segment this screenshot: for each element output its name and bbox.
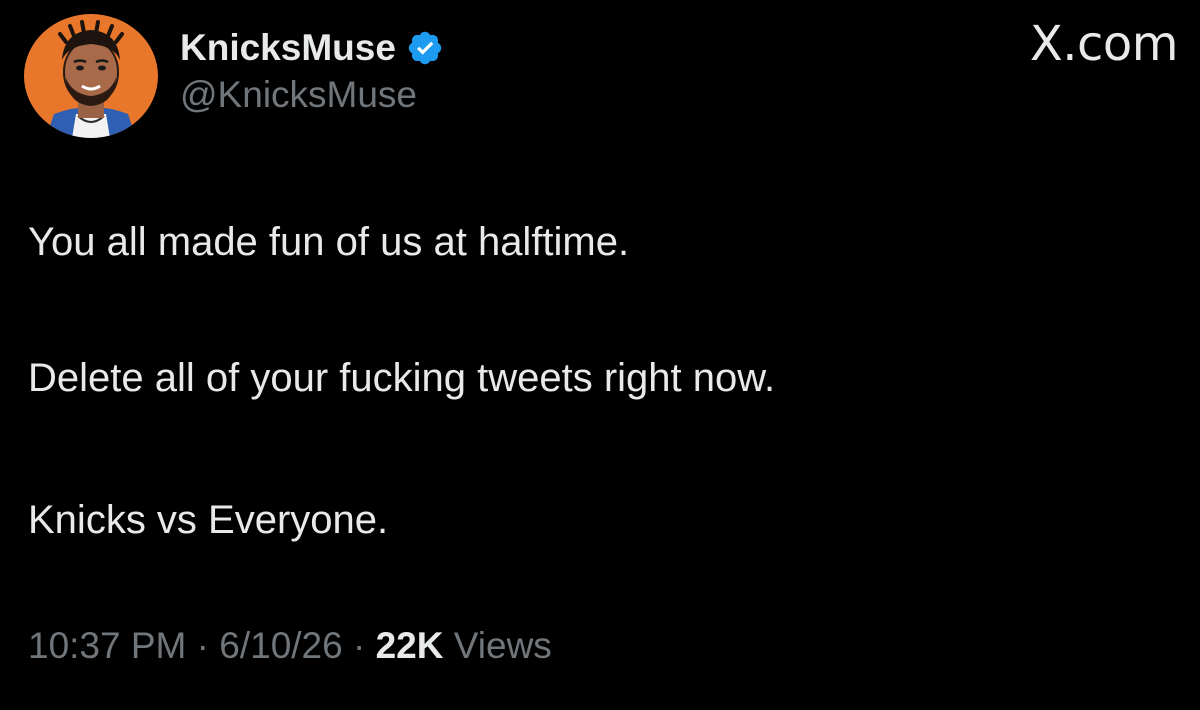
display-name-row: KnicksMuse — [180, 22, 444, 74]
user-handle[interactable]: @KnicksMuse — [180, 74, 444, 116]
tweet-paragraph: Delete all of your fucking tweets right … — [28, 356, 776, 400]
avatar[interactable] — [24, 14, 158, 138]
tweet-meta: 10:37 PM · 6/10/26 · 22K Views — [28, 625, 552, 667]
views-label: Views — [453, 625, 552, 666]
views-count[interactable]: 22K — [376, 625, 444, 666]
tweet-date[interactable]: 6/10/26 — [219, 625, 342, 666]
tweet-screenshot: KnicksMuse @KnicksMuse X.com You all mad… — [0, 0, 1200, 710]
tweet-body: You all made fun of us at halftime. Dele… — [28, 218, 775, 640]
brand-logo: X.com — [1029, 16, 1179, 72]
tweet-paragraph: Knicks vs Everyone. — [28, 498, 389, 542]
verified-badge-icon — [406, 29, 444, 67]
meta-separator: · — [196, 625, 209, 666]
meta-separator: · — [353, 625, 366, 666]
tweet-header: KnicksMuse @KnicksMuse — [24, 14, 444, 138]
tweet-paragraph: You all made fun of us at halftime. — [28, 220, 630, 264]
author-names: KnicksMuse @KnicksMuse — [180, 22, 444, 116]
display-name[interactable]: KnicksMuse — [180, 27, 396, 69]
cartoon-player-avatar — [46, 20, 136, 138]
tweet-time[interactable]: 10:37 PM — [28, 625, 186, 666]
